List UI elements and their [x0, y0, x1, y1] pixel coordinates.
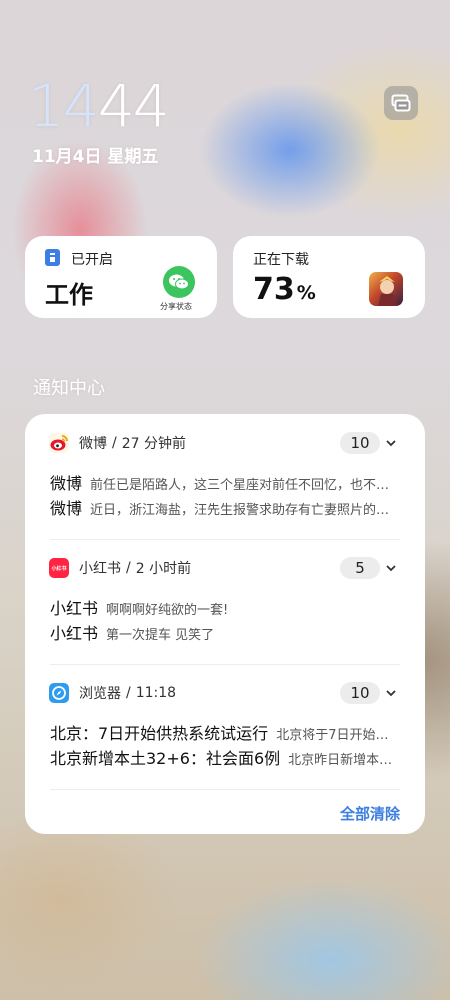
divider — [50, 789, 400, 790]
app-header: 微博 / 27 分钟前 — [49, 432, 186, 454]
share-status-label: 分享状态 — [160, 302, 192, 311]
notification-time: 11:18 — [135, 685, 177, 701]
xiaohongshu-icon: 小红书 — [49, 558, 69, 578]
message-title: 微博 — [50, 499, 83, 518]
wechat-icon — [169, 274, 189, 290]
app-name: 微博 — [79, 436, 107, 452]
message-title: 小红书 — [50, 599, 99, 618]
chevron-down-icon[interactable] — [384, 561, 398, 575]
divider — [50, 664, 400, 665]
clock-hours: 14 — [28, 72, 100, 140]
download-status: 正在下载 — [253, 252, 309, 268]
browser-icon — [49, 683, 69, 703]
message-title: 北京新增本土32+6：社会面6例 — [50, 749, 281, 768]
download-progress-value: 73 — [253, 272, 295, 307]
app-header: 小红书 小红书 / 2 小时前 — [49, 557, 191, 579]
multi-window-icon — [391, 94, 411, 112]
clear-all-button[interactable]: 全部清除 — [340, 803, 400, 824]
clock-minutes: 44 — [97, 72, 170, 140]
focus-status: 已开启 — [71, 252, 113, 268]
weibo-icon — [49, 433, 69, 453]
app-name: 浏览器 — [79, 686, 121, 702]
notification-count-badge[interactable]: 10 — [340, 682, 380, 704]
wechat-share-button[interactable] — [163, 266, 195, 298]
notification-time: 2 小时前 — [135, 561, 192, 577]
message-body: 近日，浙江海盐，汪先生报警求助存有亡妻照片的手机丢失 — [90, 503, 400, 518]
app-name: 小红书 — [79, 561, 121, 577]
app-header: 浏览器 / 11:18 — [49, 682, 176, 704]
message-body: 啊啊啊好纯欲的一套! — [106, 603, 229, 618]
download-progress: 73% — [253, 272, 316, 307]
notification-message[interactable]: 小红书 啊啊啊好纯欲的一套! — [50, 595, 400, 619]
notification-center-title: 通知中心 — [33, 378, 105, 399]
message-body: 北京将于7日开始供热系统试运行 — [276, 728, 400, 743]
message-body: 前任已是陌路人，这三个星座对前任不回忆，也不谈往事 — [90, 478, 400, 493]
chevron-down-icon[interactable] — [384, 436, 398, 450]
separator: / — [126, 685, 131, 701]
message-title: 北京：7日开始供热系统试运行 — [50, 724, 269, 743]
message-title: 小红书 — [50, 624, 99, 643]
message-body: 第一次提车 见笑了 — [106, 628, 215, 643]
focus-mode-name: 工作 — [45, 281, 93, 309]
notification-message[interactable]: 微博 近日，浙江海盐，汪先生报警求助存有亡妻照片的手机丢失 — [50, 495, 400, 519]
download-card[interactable]: 正在下载 73% — [233, 236, 425, 318]
multi-window-button[interactable] — [384, 86, 418, 120]
separator: / — [112, 435, 117, 451]
notification-time: 27 分钟前 — [121, 436, 186, 452]
notification-message[interactable]: 北京：7日开始供热系统试运行 北京将于7日开始供热系统试运行 — [50, 720, 400, 744]
notification-message[interactable]: 北京新增本土32+6：社会面6例 北京昨日新增本土感染者 — [50, 745, 400, 769]
lock-date: 11月4日 星期五 — [32, 147, 159, 167]
focus-mode-icon — [45, 249, 60, 266]
divider — [50, 539, 400, 540]
message-title: 微博 — [50, 474, 83, 493]
notification-panel: 微博 / 27 分钟前 10 微博 前任已是陌路人，这三个星座对前任不回忆，也不… — [25, 414, 425, 834]
download-progress-unit: % — [296, 282, 316, 304]
game-app-icon — [369, 272, 403, 306]
lock-clock: 1444 — [28, 72, 170, 140]
xiaohongshu-icon-text: 小红书 — [51, 565, 67, 572]
separator: / — [126, 560, 131, 576]
chevron-down-icon[interactable] — [384, 686, 398, 700]
notification-count-badge[interactable]: 10 — [340, 432, 380, 454]
focus-mode-card[interactable]: 已开启 工作 分享状态 — [25, 236, 217, 318]
notification-message[interactable]: 微博 前任已是陌路人，这三个星座对前任不回忆，也不谈往事 — [50, 470, 400, 494]
message-body: 北京昨日新增本土感染者 — [288, 753, 400, 768]
notification-count-badge[interactable]: 5 — [340, 557, 380, 579]
notification-message[interactable]: 小红书 第一次提车 见笑了 — [50, 620, 400, 644]
